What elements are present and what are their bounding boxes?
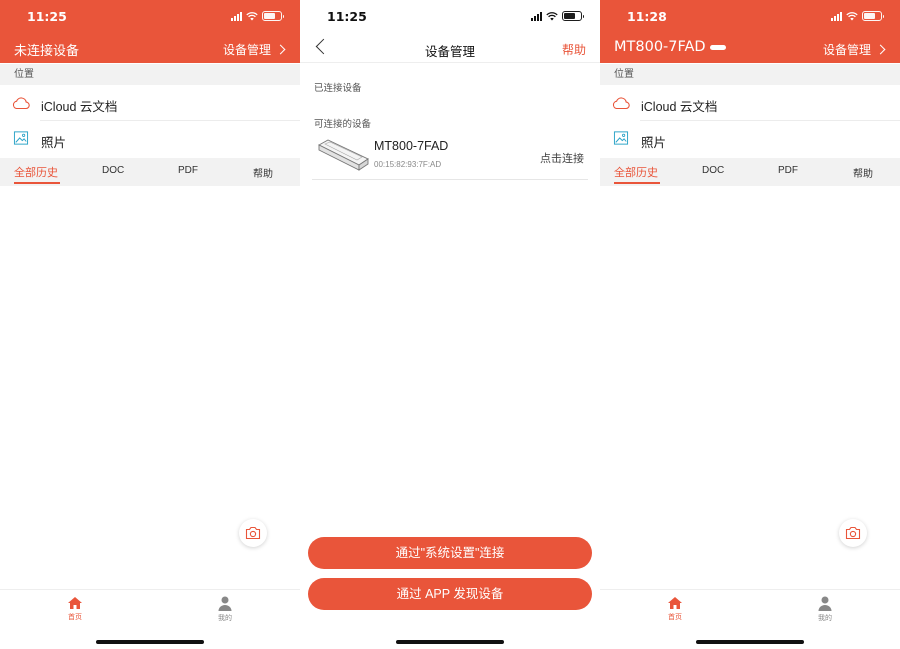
signal-icon — [531, 11, 542, 21]
header: 未连接设备 设备管理 — [0, 33, 300, 63]
tab-mine[interactable]: 我的 — [805, 596, 845, 623]
available-devices-label: 可连接的设备 — [314, 119, 372, 130]
wifi-icon — [846, 11, 858, 20]
user-icon — [818, 596, 832, 611]
status-time: 11:25 — [27, 9, 67, 24]
device-manage-label: 设备管理 — [822, 43, 871, 57]
chevron-right-icon — [275, 44, 286, 55]
tab-doc[interactable]: DOC — [102, 165, 124, 176]
tab-doc[interactable]: DOC — [702, 165, 724, 176]
tab-mine-label: 我的 — [218, 615, 232, 622]
photo-icon — [13, 131, 29, 145]
tab-help[interactable]: 帮助 — [853, 165, 873, 180]
status-bar: 11:25 — [0, 0, 300, 33]
status-bar: 11:25 — [300, 0, 600, 33]
wifi-icon — [546, 11, 558, 20]
status-icons — [531, 11, 584, 21]
location-section-label: 位置 — [0, 64, 300, 85]
device-name: MT800-7FAD — [374, 139, 449, 153]
battery-icon — [262, 11, 284, 21]
tab-all-history[interactable]: 全部历史 — [14, 164, 58, 180]
row-photos[interactable]: 照片 — [600, 121, 900, 157]
signal-icon — [831, 11, 842, 21]
row-photos-label: 照片 — [41, 136, 67, 150]
battery-icon — [562, 11, 584, 21]
chevron-right-icon — [875, 44, 886, 55]
row-icloud-label: iCloud 云文档 — [641, 100, 718, 114]
device-manage-label: 设备管理 — [222, 43, 271, 57]
camera-button[interactable] — [839, 519, 867, 547]
wifi-icon — [246, 11, 258, 20]
home-indicator — [96, 640, 204, 644]
tab-home[interactable]: 首页 — [55, 596, 95, 622]
device-battery-icon — [709, 44, 726, 50]
home-icon — [68, 597, 82, 609]
header: 设备管理 帮助 — [300, 33, 600, 63]
connection-status-title: 未连接设备 — [14, 43, 80, 58]
discover-via-app-button[interactable]: 通过 APP 发现设备 — [308, 578, 592, 610]
tab-all-history[interactable]: 全部历史 — [614, 164, 658, 180]
printer-device-icon — [318, 139, 369, 171]
cloud-icon — [612, 97, 630, 110]
tab-help[interactable]: 帮助 — [253, 165, 273, 180]
battery-icon — [862, 11, 884, 21]
home-indicator — [396, 640, 504, 644]
device-manage-link[interactable]: 设备管理 — [222, 41, 286, 58]
row-photos[interactable]: 照片 — [0, 121, 300, 157]
screen-home-connected: 11:28 MT800-7FAD 设备管理 位置 iCloud 云文档 照片 全… — [600, 0, 900, 649]
status-icons — [831, 11, 884, 21]
tab-home-label: 首页 — [668, 614, 682, 621]
row-icloud-label: iCloud 云文档 — [41, 100, 118, 114]
location-section-label: 位置 — [600, 64, 900, 85]
screen-home-disconnected: 11:25 未连接设备 设备管理 位置 iCloud 云文档 照片 全部历史 D… — [0, 0, 300, 649]
tab-pdf[interactable]: PDF — [178, 165, 198, 176]
home-indicator — [696, 640, 804, 644]
connect-button[interactable]: 点击连接 — [540, 150, 584, 166]
status-icons — [231, 11, 284, 21]
connected-device-title: MT800-7FAD — [614, 39, 726, 55]
connected-devices-label: 已连接设备 — [314, 83, 362, 94]
status-bar: 11:28 — [600, 0, 900, 33]
signal-icon — [231, 11, 242, 21]
tab-mine-label: 我的 — [818, 615, 832, 622]
header: MT800-7FAD 设备管理 — [600, 33, 900, 63]
device-manage-link[interactable]: 设备管理 — [822, 41, 886, 58]
page-title: 设备管理 — [424, 45, 475, 59]
row-icloud[interactable]: iCloud 云文档 — [600, 85, 900, 121]
device-mac-address: 00:15:82:93:7F:AD — [374, 160, 442, 169]
connected-device-name: MT800-7FAD — [614, 39, 706, 55]
screen-device-management: 11:25 设备管理 帮助 已连接设备 可连接的设备 MT800-7FAD 00… — [300, 0, 600, 649]
status-time: 11:25 — [327, 9, 367, 24]
tab-home-label: 首页 — [68, 614, 82, 621]
user-icon — [218, 596, 232, 611]
home-icon — [668, 597, 682, 609]
filter-tabs: 全部历史 DOC PDF 帮助 — [0, 158, 300, 186]
camera-icon — [245, 526, 261, 540]
camera-icon — [845, 526, 861, 540]
connect-via-settings-button[interactable]: 通过"系统设置"连接 — [308, 537, 592, 569]
row-icloud[interactable]: iCloud 云文档 — [0, 85, 300, 121]
filter-tabs: 全部历史 DOC PDF 帮助 — [600, 158, 900, 186]
tab-home[interactable]: 首页 — [655, 596, 695, 622]
camera-button[interactable] — [239, 519, 267, 547]
tab-mine[interactable]: 我的 — [205, 596, 245, 623]
tab-pdf[interactable]: PDF — [778, 165, 798, 176]
photo-icon — [613, 131, 629, 145]
help-link[interactable]: 帮助 — [562, 41, 586, 58]
row-photos-label: 照片 — [641, 136, 667, 150]
device-row[interactable]: MT800-7FAD 00:15:82:93:7F:AD 点击连接 — [312, 131, 588, 180]
status-time: 11:28 — [627, 9, 667, 24]
cloud-icon — [12, 97, 30, 110]
